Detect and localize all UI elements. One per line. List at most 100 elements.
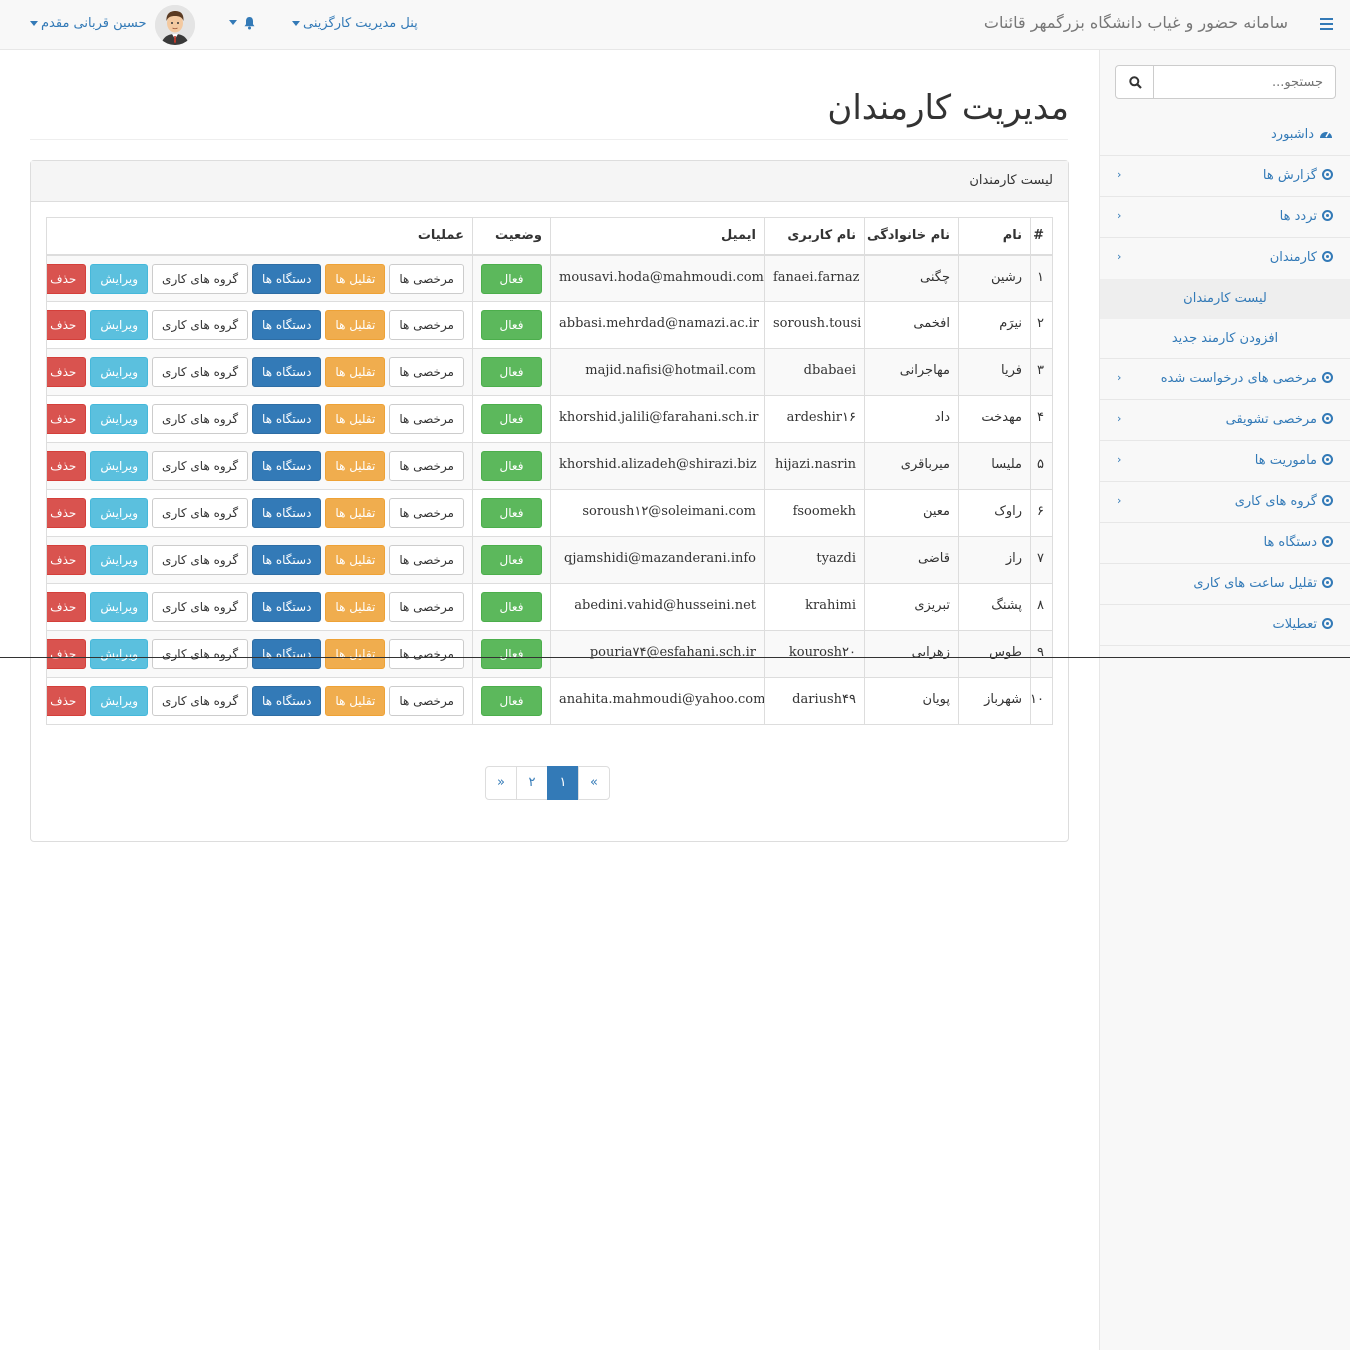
work-groups-button[interactable]: گروه های کاری: [152, 404, 249, 434]
edit-button[interactable]: ویرایش: [90, 686, 149, 716]
leaves-button[interactable]: مرخصی ها: [389, 310, 464, 340]
reductions-button[interactable]: تقلیل ها: [325, 686, 386, 716]
devices-button[interactable]: دستگاه ها: [252, 639, 322, 669]
work-groups-button[interactable]: گروه های کاری: [152, 263, 249, 294]
cell-email: khorshid.alizadeh@shirazi.biz: [550, 442, 765, 490]
sidebar-item-reward-leave[interactable]: مرخصی تشویقی ‹: [1100, 400, 1350, 441]
leaves-button[interactable]: مرخصی ها: [389, 545, 464, 575]
search-button[interactable]: [1116, 66, 1154, 98]
edit-button[interactable]: ویرایش: [90, 592, 149, 622]
sidebar-item-missions[interactable]: ماموریت ها ‹: [1100, 441, 1350, 482]
leaves-button[interactable]: مرخصی ها: [389, 686, 464, 716]
reductions-button[interactable]: تقلیل ها: [325, 592, 386, 622]
work-groups-button[interactable]: گروه های کاری: [152, 357, 249, 387]
sidebar-item-work-groups[interactable]: گروه های کاری ‹: [1100, 482, 1350, 523]
leaves-button[interactable]: مرخصی ها: [389, 592, 464, 622]
cell-num: ۶: [1030, 489, 1053, 537]
status-badge[interactable]: فعال: [481, 404, 542, 434]
devices-button[interactable]: دستگاه ها: [252, 545, 322, 575]
status-badge[interactable]: فعال: [481, 451, 542, 481]
status-badge[interactable]: فعال: [481, 310, 542, 340]
edit-button[interactable]: ویرایش: [90, 498, 149, 528]
edit-button[interactable]: ویرایش: [90, 639, 149, 669]
leaves-button[interactable]: مرخصی ها: [389, 451, 464, 481]
leaves-button[interactable]: مرخصی ها: [389, 639, 464, 669]
reductions-button[interactable]: تقلیل ها: [325, 498, 386, 528]
sidebar-item-hour-reduction[interactable]: تقلیل ساعت های کاری: [1100, 564, 1350, 605]
sidebar-subitem-add-employee[interactable]: افزودن کارمند جدید: [1100, 319, 1350, 359]
devices-button[interactable]: دستگاه ها: [252, 263, 322, 294]
edit-button[interactable]: ویرایش: [90, 451, 149, 481]
user-avatar[interactable]: [155, 5, 195, 45]
search-input[interactable]: [1152, 66, 1335, 98]
pagination-prev[interactable]: «: [578, 766, 610, 800]
reductions-button[interactable]: تقلیل ها: [325, 639, 386, 669]
leaves-button[interactable]: مرخصی ها: [389, 263, 464, 294]
work-groups-button[interactable]: گروه های کاری: [152, 592, 249, 622]
reductions-button[interactable]: تقلیل ها: [325, 451, 386, 481]
delete-button[interactable]: حذف: [47, 498, 87, 528]
status-badge[interactable]: فعال: [481, 639, 542, 669]
pagination-next[interactable]: »: [485, 766, 517, 800]
reductions-button[interactable]: تقلیل ها: [325, 357, 386, 387]
sidebar-item-devices[interactable]: دستگاه ها: [1100, 523, 1350, 564]
sidebar-item-label: داشبورد: [1271, 127, 1314, 142]
status-badge[interactable]: فعال: [481, 357, 542, 387]
delete-button[interactable]: حذف: [47, 357, 87, 387]
status-badge[interactable]: فعال: [481, 263, 542, 294]
delete-button[interactable]: حذف: [47, 404, 87, 434]
notifications-dropdown[interactable]: [229, 15, 256, 30]
delete-button[interactable]: حذف: [47, 545, 87, 575]
delete-button[interactable]: حذف: [47, 686, 87, 716]
reductions-button[interactable]: تقلیل ها: [325, 310, 386, 340]
sidebar-item-employees[interactable]: کارمندان ‹: [1100, 238, 1350, 279]
status-badge[interactable]: فعال: [481, 545, 542, 575]
work-groups-button[interactable]: گروه های کاری: [152, 310, 249, 340]
sidebar-item-requested-leaves[interactable]: مرخصی های درخواست شده ‹: [1100, 359, 1350, 400]
work-groups-button[interactable]: گروه های کاری: [152, 451, 249, 481]
reductions-button[interactable]: تقلیل ها: [325, 263, 386, 294]
leaves-button[interactable]: مرخصی ها: [389, 404, 464, 434]
cell-first: رشین: [958, 254, 1031, 302]
sidebar-item-reports[interactable]: گزارش ها ‹: [1100, 156, 1350, 197]
menu-toggle-icon[interactable]: [1320, 18, 1333, 31]
status-badge[interactable]: فعال: [481, 498, 542, 528]
devices-button[interactable]: دستگاه ها: [252, 310, 322, 340]
status-badge[interactable]: فعال: [481, 686, 542, 716]
user-dropdown[interactable]: حسین قربانی مقدم: [30, 16, 147, 31]
edit-button[interactable]: ویرایش: [90, 263, 149, 294]
panel-dropdown[interactable]: پنل مدیریت کارگزینی: [292, 16, 418, 31]
sidebar-item-traffic[interactable]: تردد ها ‹: [1100, 197, 1350, 238]
edit-button[interactable]: ویرایش: [90, 404, 149, 434]
devices-button[interactable]: دستگاه ها: [252, 404, 322, 434]
delete-button[interactable]: حذف: [47, 310, 87, 340]
work-groups-button[interactable]: گروه های کاری: [152, 545, 249, 575]
app-brand[interactable]: سامانه حضور و غیاب دانشگاه بزرگمهر قائنا…: [984, 13, 1288, 32]
pagination-page-active[interactable]: ۱: [547, 766, 579, 800]
sidebar: داشبورد گزارش ها ‹ تردد ها ‹ کارمندان ‹ …: [1099, 50, 1350, 1350]
devices-button[interactable]: دستگاه ها: [252, 357, 322, 387]
devices-button[interactable]: دستگاه ها: [252, 498, 322, 528]
devices-button[interactable]: دستگاه ها: [252, 592, 322, 622]
status-badge[interactable]: فعال: [481, 592, 542, 622]
leaves-button[interactable]: مرخصی ها: [389, 357, 464, 387]
reductions-button[interactable]: تقلیل ها: [325, 404, 386, 434]
edit-button[interactable]: ویرایش: [90, 545, 149, 575]
devices-button[interactable]: دستگاه ها: [252, 686, 322, 716]
sidebar-subitem-employee-list[interactable]: لیست کارمندان: [1100, 279, 1350, 319]
edit-button[interactable]: ویرایش: [90, 310, 149, 340]
delete-button[interactable]: حذف: [47, 451, 87, 481]
sidebar-item-holidays[interactable]: تعطیلات: [1100, 605, 1350, 646]
edit-button[interactable]: ویرایش: [90, 357, 149, 387]
delete-button[interactable]: حذف: [47, 639, 87, 669]
work-groups-button[interactable]: گروه های کاری: [152, 639, 249, 669]
pagination-page[interactable]: ۲: [516, 766, 548, 800]
work-groups-button[interactable]: گروه های کاری: [152, 498, 249, 528]
delete-button[interactable]: حذف: [47, 592, 87, 622]
devices-button[interactable]: دستگاه ها: [252, 451, 322, 481]
delete-button[interactable]: حذف: [47, 263, 87, 294]
sidebar-item-dashboard[interactable]: داشبورد: [1100, 115, 1350, 156]
reductions-button[interactable]: تقلیل ها: [325, 545, 386, 575]
work-groups-button[interactable]: گروه های کاری: [152, 686, 249, 716]
leaves-button[interactable]: مرخصی ها: [389, 498, 464, 528]
